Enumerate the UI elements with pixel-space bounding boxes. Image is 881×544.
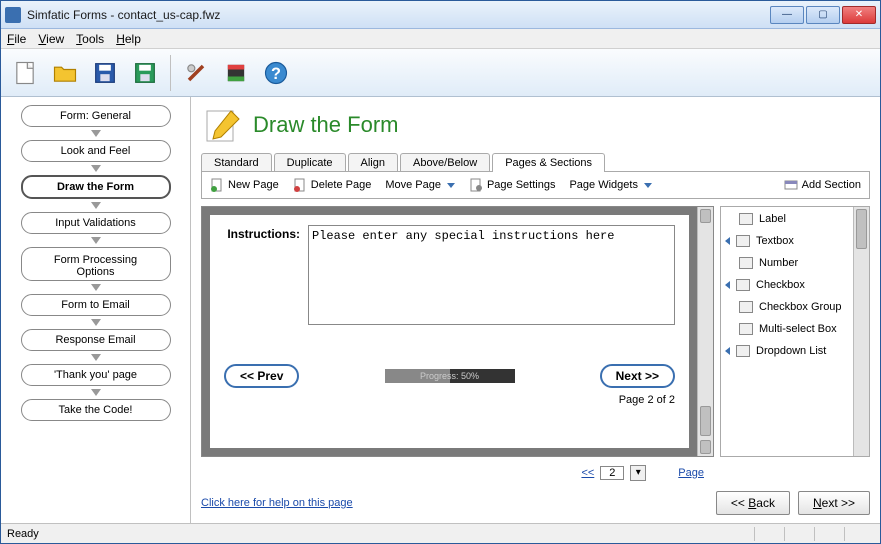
multiselect-icon <box>739 323 753 335</box>
form-canvas[interactable]: Instructions: << Prev Progress: 50% Next… <box>201 206 714 457</box>
toolbar: ? <box>1 49 880 97</box>
chevron-left-icon <box>725 281 730 289</box>
arrow-icon <box>91 130 101 137</box>
draw-icon <box>203 105 243 145</box>
palette-multiselect[interactable]: Multi-select Box <box>725 323 849 335</box>
move-page-button[interactable]: Move Page <box>385 179 455 191</box>
pager-page-input[interactable] <box>600 466 624 480</box>
status-text: Ready <box>7 528 39 540</box>
step-input-validations[interactable]: Input Validations <box>21 212 171 234</box>
checkbox-group-icon <box>739 301 753 313</box>
form-prev-button[interactable]: << Prev <box>224 364 299 388</box>
menu-file[interactable]: File <box>7 32 26 46</box>
number-icon <box>739 257 753 269</box>
save-as-button[interactable] <box>127 55 163 91</box>
pager-dropdown-button[interactable]: ▾ <box>630 465 646 481</box>
app-window: Simfatic Forms - contact_us-cap.fwz — ▢ … <box>0 0 881 544</box>
step-look-and-feel[interactable]: Look and Feel <box>21 140 171 162</box>
help-button[interactable]: ? <box>258 55 294 91</box>
arrow-icon <box>91 319 101 326</box>
step-thank-you-page[interactable]: 'Thank you' page <box>21 364 171 386</box>
pager-back-button[interactable]: << <box>581 467 594 479</box>
step-form-to-email[interactable]: Form to Email <box>21 294 171 316</box>
app-icon <box>5 7 21 23</box>
checkbox-icon <box>736 279 750 291</box>
step-take-the-code[interactable]: Take the Code! <box>21 399 171 421</box>
palette-dropdown[interactable]: Dropdown List <box>725 345 849 357</box>
add-section-button[interactable]: Add Section <box>784 178 861 192</box>
arrow-icon <box>91 202 101 209</box>
statusbar: Ready <box>1 523 880 543</box>
chevron-left-icon <box>725 237 730 245</box>
body: Form: General Look and Feel Draw the For… <box>1 97 880 523</box>
arrow-icon <box>91 237 101 244</box>
action-button[interactable] <box>218 55 254 91</box>
widget-palette: Label Textbox Number Checkbox Checkbox G… <box>720 206 870 457</box>
sub-toolbar: New Page Delete Page Move Page Page Sett… <box>201 171 870 199</box>
wizard-next-button[interactable]: Next >> <box>798 491 870 515</box>
wizard-back-button[interactable]: << Back <box>716 491 790 515</box>
menu-help[interactable]: Help <box>116 32 141 46</box>
main-panel: Draw the Form Standard Duplicate Align A… <box>191 97 880 523</box>
page-widgets-button[interactable]: Page Widgets <box>569 179 651 191</box>
menu-tools[interactable]: Tools <box>76 32 104 46</box>
wizard-sidebar: Form: General Look and Feel Draw the For… <box>1 97 191 523</box>
new-file-button[interactable] <box>7 55 43 91</box>
arrow-icon <box>91 354 101 361</box>
step-draw-the-form[interactable]: Draw the Form <box>21 175 171 199</box>
help-link[interactable]: Click here for help on this page <box>201 497 708 509</box>
palette-scrollbar[interactable] <box>853 207 869 456</box>
instructions-textarea[interactable] <box>308 225 675 325</box>
footer: Click here for help on this page << Back… <box>191 485 880 523</box>
dropdown-icon <box>736 345 750 357</box>
page-settings-button[interactable]: Page Settings <box>469 178 556 192</box>
arrow-icon <box>91 389 101 396</box>
settings-button[interactable] <box>178 55 214 91</box>
textbox-icon <box>736 235 750 247</box>
page-header: Draw the Form <box>191 97 880 151</box>
minimize-button[interactable]: — <box>770 6 804 24</box>
canvas-area: Instructions: << Prev Progress: 50% Next… <box>201 206 870 457</box>
instructions-label: Instructions: <box>224 225 300 330</box>
palette-textbox[interactable]: Textbox <box>725 235 849 247</box>
palette-checkbox-group[interactable]: Checkbox Group <box>725 301 849 313</box>
palette-label[interactable]: Label <box>725 213 849 225</box>
tab-above-below[interactable]: Above/Below <box>400 153 490 172</box>
window-title: Simfatic Forms - contact_us-cap.fwz <box>27 8 770 22</box>
open-file-button[interactable] <box>47 55 83 91</box>
tabbar: Standard Duplicate Align Above/Below Pag… <box>191 153 880 172</box>
pager-page-link[interactable]: Page <box>678 467 704 479</box>
close-button[interactable]: ✕ <box>842 6 876 24</box>
chevron-left-icon <box>725 347 730 355</box>
titlebar: Simfatic Forms - contact_us-cap.fwz — ▢ … <box>1 1 880 29</box>
arrow-icon <box>91 284 101 291</box>
canvas-scrollbar[interactable] <box>697 207 713 456</box>
arrow-icon <box>91 165 101 172</box>
chevron-down-icon <box>644 183 652 188</box>
new-page-button[interactable]: New Page <box>210 178 279 192</box>
step-form-general[interactable]: Form: General <box>21 105 171 127</box>
page-title: Draw the Form <box>253 112 398 138</box>
tab-pages-sections[interactable]: Pages & Sections <box>492 153 605 172</box>
menubar: File View Tools Help <box>1 29 880 49</box>
pager: << ▾ Page <box>191 461 880 485</box>
palette-number[interactable]: Number <box>725 257 849 269</box>
palette-checkbox[interactable]: Checkbox <box>725 279 849 291</box>
menu-view[interactable]: View <box>38 32 64 46</box>
label-icon <box>739 213 753 225</box>
step-form-processing-options[interactable]: Form Processing Options <box>21 247 171 281</box>
tab-duplicate[interactable]: Duplicate <box>274 153 346 172</box>
delete-page-button[interactable]: Delete Page <box>293 178 372 192</box>
save-button[interactable] <box>87 55 123 91</box>
progress-bar: Progress: 50% <box>385 369 515 383</box>
form-next-button[interactable]: Next >> <box>600 364 675 388</box>
svg-text:?: ? <box>271 64 281 82</box>
maximize-button[interactable]: ▢ <box>806 6 840 24</box>
tab-standard[interactable]: Standard <box>201 153 272 172</box>
chevron-down-icon <box>447 183 455 188</box>
tab-align[interactable]: Align <box>348 153 398 172</box>
page-indicator: Page 2 of 2 <box>224 394 675 406</box>
step-response-email[interactable]: Response Email <box>21 329 171 351</box>
